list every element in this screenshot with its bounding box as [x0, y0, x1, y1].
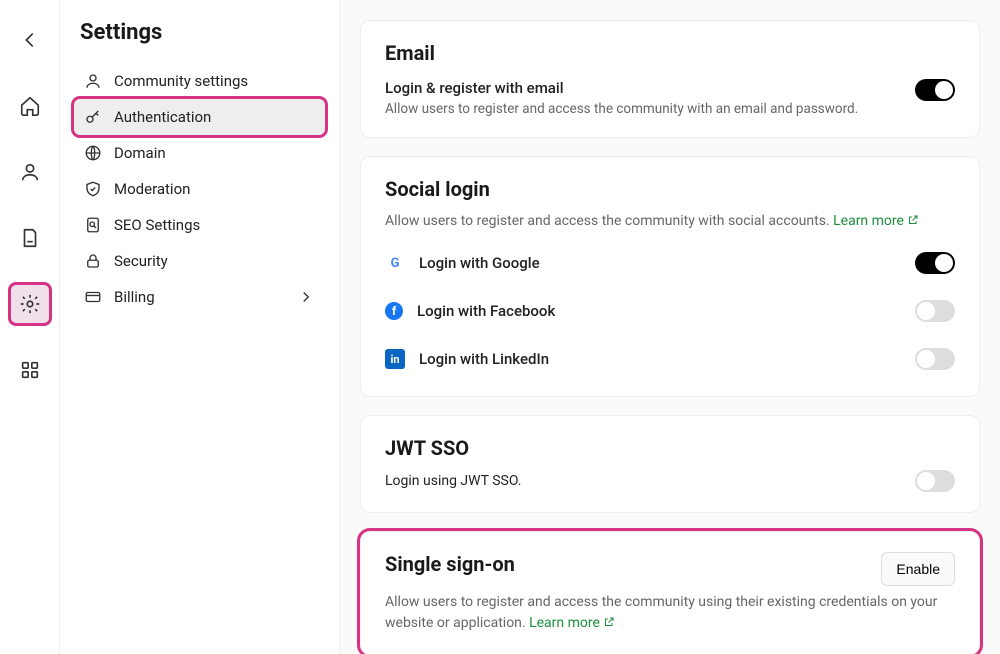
sidebar: Settings Community settings Authenticati… [60, 0, 340, 654]
sidebar-item-security[interactable]: Security [74, 243, 325, 279]
single-sign-on-section: Single sign-on Enable Allow users to reg… [360, 531, 980, 654]
facebook-login-toggle[interactable] [915, 300, 955, 322]
rail-apps[interactable] [10, 350, 50, 390]
social-login-section: Social login Allow users to register and… [360, 156, 980, 397]
provider-label: Login with Facebook [417, 302, 555, 320]
provider-label: Login with LinkedIn [419, 350, 549, 368]
facebook-icon: f [385, 302, 403, 320]
main-content: Email Login & register with email Allow … [340, 0, 1000, 654]
sso-learn-more-link[interactable]: Learn more [529, 615, 615, 631]
linkedin-icon: in [385, 349, 405, 369]
social-learn-more-link[interactable]: Learn more [833, 213, 919, 229]
sidebar-item-label: SEO Settings [114, 216, 200, 234]
email-row-desc: Allow users to register and access the c… [385, 101, 915, 117]
jwt-desc: Login using JWT SSO. [385, 471, 521, 492]
provider-label: Login with Google [419, 254, 540, 272]
email-title: Email [385, 41, 955, 65]
jwt-title: JWT SSO [385, 436, 955, 460]
page-title: Settings [74, 20, 325, 45]
sidebar-item-label: Moderation [114, 180, 190, 198]
sidebar-item-label: Community settings [114, 72, 248, 90]
rail-home[interactable] [10, 86, 50, 126]
globe-icon [84, 144, 102, 162]
sso-title: Single sign-on [385, 552, 515, 576]
sidebar-item-domain[interactable]: Domain [74, 135, 325, 171]
file-icon [19, 227, 41, 249]
provider-row-facebook: f Login with Facebook [385, 294, 955, 328]
sso-enable-button[interactable]: Enable [881, 552, 955, 586]
sidebar-item-authentication[interactable]: Authentication [74, 99, 325, 135]
chevron-right-icon [297, 288, 315, 306]
sidebar-item-label: Domain [114, 144, 166, 162]
social-title: Social login [385, 177, 955, 201]
arrow-left-icon [19, 29, 41, 51]
rail-users[interactable] [10, 152, 50, 192]
sidebar-item-seo-settings[interactable]: SEO Settings [74, 207, 325, 243]
back-button[interactable] [10, 20, 50, 60]
apps-icon [19, 359, 41, 381]
sidebar-item-label: Authentication [114, 108, 211, 126]
external-link-icon [603, 616, 615, 628]
jwt-sso-toggle[interactable] [915, 470, 955, 492]
sso-desc: Allow users to register and access the c… [385, 592, 955, 634]
sidebar-item-moderation[interactable]: Moderation [74, 171, 325, 207]
sidebar-item-label: Security [114, 252, 168, 270]
search-doc-icon [84, 216, 102, 234]
credit-card-icon [84, 288, 102, 306]
key-icon [84, 108, 102, 126]
email-row-label: Login & register with email [385, 79, 915, 97]
sidebar-item-community-settings[interactable]: Community settings [74, 63, 325, 99]
email-login-toggle[interactable] [915, 79, 955, 101]
user-icon [84, 72, 102, 90]
social-desc: Allow users to register and access the c… [385, 211, 955, 232]
provider-row-google: G Login with Google [385, 246, 955, 280]
jwt-sso-section: JWT SSO Login using JWT SSO. [360, 415, 980, 513]
provider-row-linkedin: in Login with LinkedIn [385, 342, 955, 376]
left-rail [0, 0, 60, 654]
lock-icon [84, 252, 102, 270]
google-icon: G [385, 253, 405, 273]
linkedin-login-toggle[interactable] [915, 348, 955, 370]
sidebar-item-billing[interactable]: Billing [74, 279, 325, 315]
shield-icon [84, 180, 102, 198]
external-link-icon [907, 214, 919, 226]
home-icon [19, 95, 41, 117]
google-login-toggle[interactable] [915, 252, 955, 274]
gear-icon [19, 293, 41, 315]
sidebar-item-label: Billing [114, 288, 155, 306]
rail-settings[interactable] [10, 284, 50, 324]
user-icon [19, 161, 41, 183]
rail-docs[interactable] [10, 218, 50, 258]
email-section: Email Login & register with email Allow … [360, 20, 980, 138]
